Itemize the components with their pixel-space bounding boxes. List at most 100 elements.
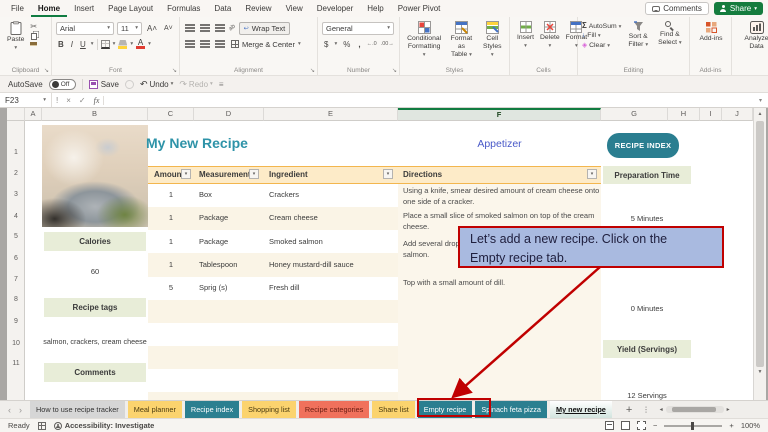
cell-measurement[interactable]: Sprig (s) [199,283,227,292]
expand-formula-bar-icon[interactable]: ▾ [753,97,768,104]
header-prep-time[interactable]: Preparation Time [603,166,691,184]
column-header-i[interactable]: I [700,108,722,121]
calories-value-cell[interactable]: 60 [42,267,148,276]
hscroll-left-icon[interactable]: ◂ [660,406,663,413]
column-header-h[interactable]: H [668,108,700,121]
comma-style-icon[interactable]: , [356,40,362,49]
undo-button[interactable]: ↶Undo▾ [140,79,173,90]
header-amount[interactable]: Amount [154,170,184,179]
column-header-c[interactable]: C [148,108,194,121]
autosum-button[interactable]: Σ AutoSum ▾ [582,21,621,30]
column-header-d[interactable]: D [194,108,264,121]
accessibility-checker[interactable]: Accessibility: Investigate [54,421,155,430]
recipe-index-button[interactable]: RECIPE INDEX [607,133,679,158]
tab-help[interactable]: Help [360,0,390,17]
name-box[interactable]: F23▾ [0,93,52,107]
row-header-3[interactable]: 3 [7,191,25,203]
horizontal-scrollbar[interactable] [666,406,724,413]
column-header-f-selected[interactable]: F [398,108,601,121]
increase-decimal-icon[interactable]: ←.0 [367,41,377,47]
cell-styles-button[interactable]: CellStyles ▾ [479,20,506,59]
filter-button-directions[interactable]: ▾ [587,169,597,179]
sheet-tab-how-to-use[interactable]: How to use recipe tracker [30,401,125,418]
hscroll-right-icon[interactable]: ▸ [727,406,730,413]
copy-icon[interactable] [31,33,37,40]
recipe-tags-label-cell[interactable]: Recipe tags [44,298,146,317]
fill-button[interactable]: ↓ Fill ▾ [582,32,621,39]
scroll-up-icon[interactable]: ▲ [754,108,766,117]
recipe-photo[interactable] [42,125,148,227]
formula-input[interactable] [104,93,753,107]
yield-value[interactable]: 12 Servings [603,391,691,400]
number-format-select[interactable]: General▾ [322,22,394,35]
sheet-nav-left-icon[interactable]: ‹ [8,405,11,415]
zoom-out-icon[interactable]: − [653,421,657,430]
number-dialog-launcher[interactable]: ↘ [392,67,397,74]
header-yield[interactable]: Yield (Servings) [603,340,691,358]
header-directions[interactable]: Directions [403,170,442,179]
align-top-icon[interactable] [185,24,195,26]
row-header-6[interactable]: 6 [7,255,25,267]
row-header-11[interactable]: 11 [7,360,25,372]
header-ingredient[interactable]: Ingredient [269,170,308,179]
borders-icon[interactable] [101,40,110,49]
sheet-nav-right-icon[interactable]: › [19,405,22,415]
redo-button[interactable]: ↷Redo▾ [179,79,212,90]
wrap-text-button[interactable]: ↩ Wrap Text [239,22,291,35]
align-right-icon[interactable] [215,40,225,42]
column-header-e[interactable]: E [264,108,398,121]
direction-step[interactable]: Top with a small amount of dill. [403,278,505,289]
recipe-tags-value-cell[interactable]: salmon, crackers, cream cheese [42,337,148,346]
share-button[interactable]: Share ▾ [714,2,763,15]
zoom-level[interactable]: 100% [741,421,760,430]
cell-amount[interactable]: 1 [148,237,194,246]
font-size-select[interactable]: 11▾ [117,22,142,35]
vertical-scrollbar[interactable]: ▲ ▼ [753,108,766,400]
find-select-button[interactable]: Find &Select ▾ [655,20,685,50]
sheet-tab-share-list[interactable]: Share list [372,401,414,418]
align-left-icon[interactable] [185,40,195,42]
tab-file[interactable]: File [4,0,31,17]
sheet-tab-recipe-categories[interactable]: Recipe categories [299,401,369,418]
save-button[interactable]: Save [89,80,119,89]
font-color-icon[interactable]: A [136,39,145,49]
cancel-icon[interactable]: × [62,96,75,105]
prep-time-value-2[interactable]: 0 Minutes [603,304,691,313]
delete-cells-button[interactable]: Delete▾ [537,20,563,50]
tab-power-pivot[interactable]: Power Pivot [391,0,448,17]
column-header-a[interactable]: A [25,108,42,121]
cell-amount[interactable]: 1 [148,190,194,199]
align-center-icon[interactable] [200,40,210,42]
tab-page-layout[interactable]: Page Layout [101,0,160,17]
tab-developer[interactable]: Developer [310,0,360,17]
tab-insert[interactable]: Insert [67,0,101,17]
column-header-j[interactable]: J [722,108,753,121]
header-measurement[interactable]: Measurement [199,170,251,179]
row-header-5[interactable]: 5 [7,233,25,245]
cell-measurement[interactable]: Package [199,237,228,246]
macro-record-icon[interactable] [38,422,46,430]
tab-home[interactable]: Home [31,0,67,17]
row-header-1[interactable]: 1 [7,149,25,161]
merge-center-button[interactable]: Merge & Center ▾ [229,38,303,51]
filter-button-amount[interactable]: ▾ [181,169,191,179]
select-all-corner[interactable] [7,108,25,121]
font-family-select[interactable]: Arial▾ [56,22,114,35]
clear-button[interactable]: ◈ Clear ▾ [582,41,621,49]
bold-button[interactable]: B [56,40,66,49]
format-as-table-button[interactable]: Format asTable ▾ [444,20,478,59]
sheet-tab-my-new-recipe[interactable]: My new recipe [550,401,612,418]
row-header-7[interactable]: 7 [7,276,25,288]
row-header-4[interactable]: 4 [7,213,25,225]
prep-time-value[interactable]: 5 Minutes [603,214,691,223]
normal-view-icon[interactable] [605,421,614,430]
row-header-10[interactable]: 10 [7,340,25,352]
zoom-in-icon[interactable]: + [729,421,733,430]
zoom-slider-thumb[interactable] [691,422,694,430]
font-dialog-launcher[interactable]: ↘ [172,67,177,74]
cell-ingredient[interactable]: Cream cheese [269,213,318,222]
cell-ingredient[interactable]: Smoked salmon [269,237,323,246]
comments-button[interactable]: Comments [645,2,709,15]
cell-ingredient[interactable]: Fresh dill [269,283,299,292]
cell-measurement[interactable]: Box [199,190,212,199]
